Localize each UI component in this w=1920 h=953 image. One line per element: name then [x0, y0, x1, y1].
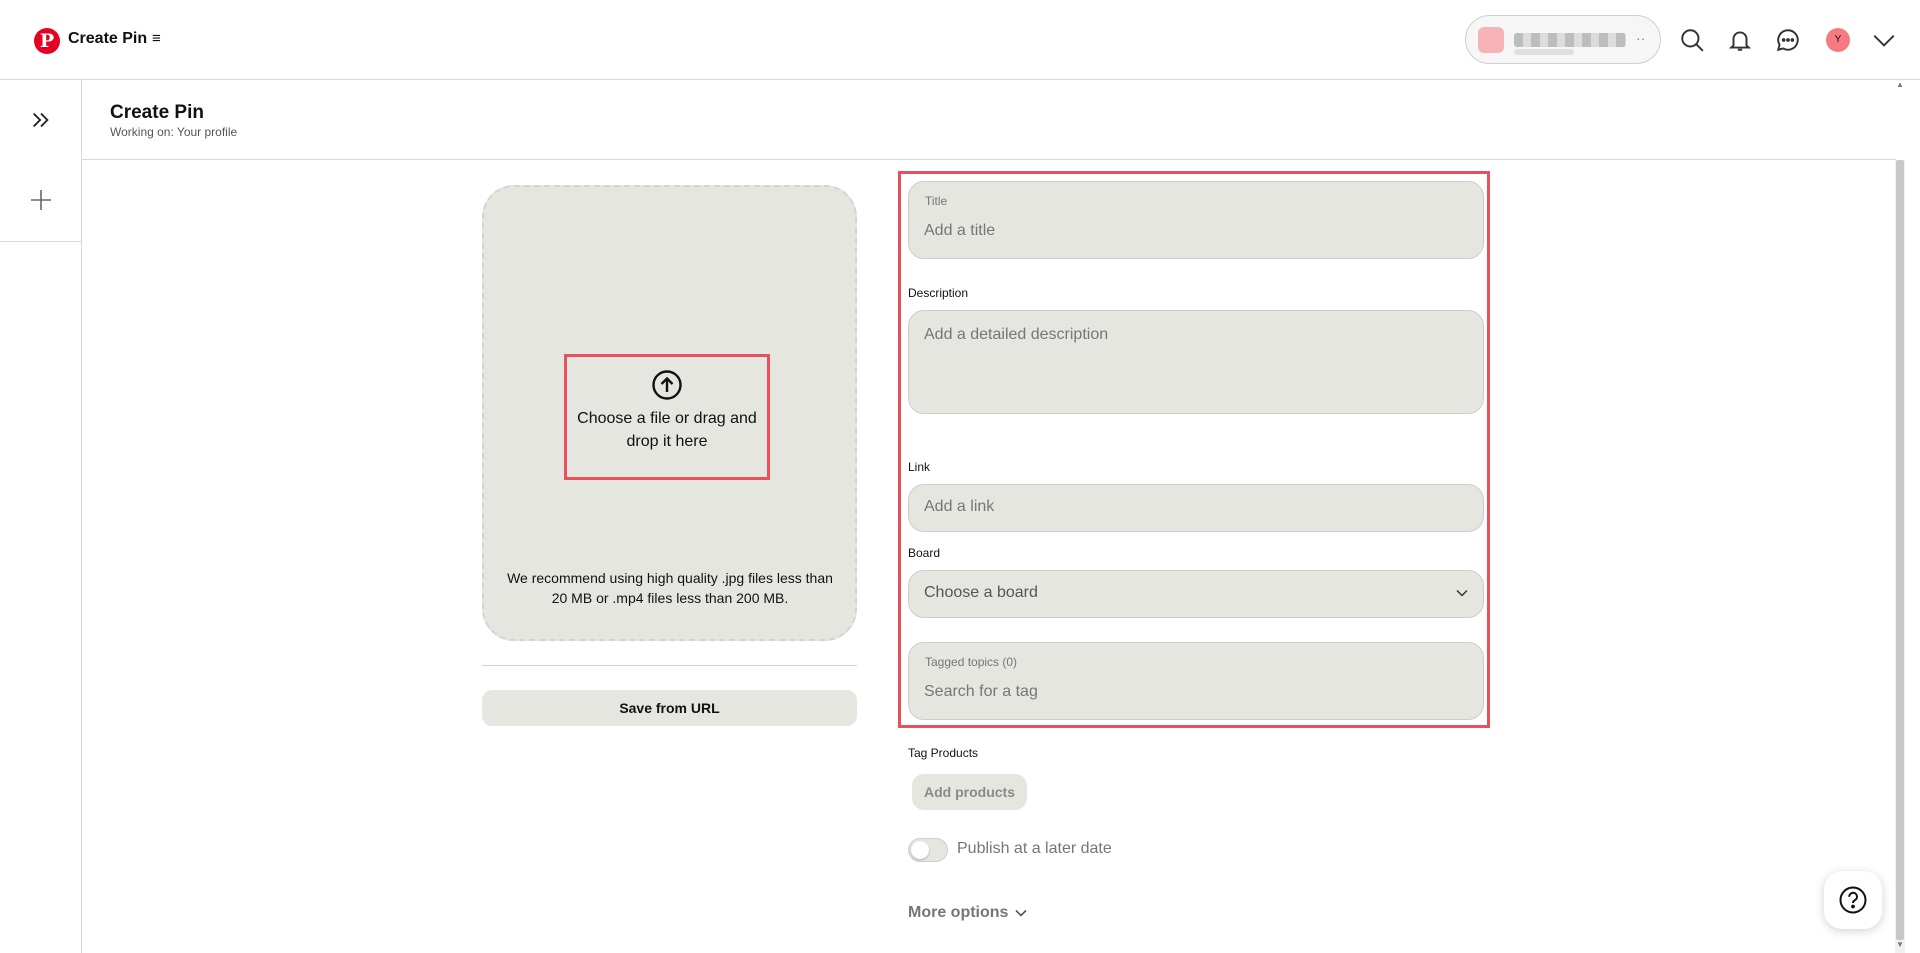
more-options-button[interactable]: More options: [908, 904, 1028, 922]
tag-products-label: Tag Products: [908, 746, 979, 760]
description-input[interactable]: [924, 326, 1466, 404]
tag-search-input[interactable]: [924, 683, 1466, 701]
more-options-label: More options: [908, 904, 1009, 921]
board-select[interactable]: Choose a board: [908, 570, 1484, 618]
left-rail: [0, 80, 82, 953]
page-subtitle: Working on: Your profile: [110, 125, 238, 139]
page-header: Create Pin Working on: Your profile: [82, 80, 1896, 160]
add-products-button[interactable]: Add products: [912, 774, 1027, 810]
help-icon: [1839, 886, 1867, 914]
scroll-down-icon[interactable]: ▼: [1895, 940, 1905, 950]
account-switcher[interactable]: ··: [1465, 15, 1661, 64]
upload-prompt: Choose a file or drag and drop it here: [577, 410, 757, 450]
tagged-topics-field[interactable]: Tagged topics (0): [908, 642, 1484, 720]
chevron-down-icon: [1015, 909, 1028, 917]
help-button[interactable]: [1824, 871, 1882, 929]
link-input[interactable]: [924, 498, 1466, 516]
menu-icon[interactable]: ≡: [152, 30, 161, 47]
messages-icon[interactable]: [1773, 25, 1803, 55]
description-label: Description: [908, 286, 969, 300]
title-input[interactable]: [924, 222, 1466, 240]
chevron-down-icon: [1456, 589, 1468, 597]
top-bar: P Create Pin ≡ ·· Y: [0, 0, 1920, 80]
avatar[interactable]: Y: [1826, 28, 1850, 52]
upload-button[interactable]: Choose a file or drag and drop it here: [564, 354, 770, 480]
scroll-up-icon[interactable]: ▲: [1895, 80, 1905, 90]
upload-recommendation: We recommend using high quality .jpg fil…: [507, 570, 833, 606]
description-field[interactable]: [908, 310, 1484, 414]
account-detail-blurred: [1514, 49, 1574, 55]
add-icon[interactable]: [0, 160, 81, 240]
app-title[interactable]: Create Pin: [68, 30, 147, 48]
expand-icon[interactable]: [0, 80, 81, 160]
chevron-down-icon[interactable]: [1869, 25, 1899, 55]
upload-divider: [482, 665, 857, 666]
link-field[interactable]: [908, 484, 1484, 532]
bell-icon[interactable]: [1725, 25, 1755, 55]
toggle-knob: [911, 841, 929, 859]
save-from-url-button[interactable]: Save from URL: [482, 690, 857, 726]
tagged-topics-label: Tagged topics (0): [925, 655, 1018, 669]
publish-later-label: Publish at a later date: [957, 840, 1112, 857]
upload-arrow-icon: [652, 370, 682, 400]
board-selected-value: Choose a board: [924, 584, 1038, 601]
scrollbar-thumb[interactable]: [1896, 160, 1904, 940]
title-label: Title: [925, 194, 948, 208]
publish-later-toggle[interactable]: [908, 838, 948, 862]
page-title: Create Pin: [110, 102, 204, 123]
pinterest-logo[interactable]: P: [34, 28, 60, 54]
board-label: Board: [908, 546, 941, 560]
link-label: Link: [908, 460, 931, 474]
account-dots-icon: ··: [1636, 30, 1646, 46]
account-avatar: [1478, 27, 1504, 53]
title-field[interactable]: Title: [908, 181, 1484, 259]
rail-divider: [0, 241, 81, 242]
account-name-blurred: [1514, 33, 1626, 47]
search-icon[interactable]: [1677, 25, 1707, 55]
